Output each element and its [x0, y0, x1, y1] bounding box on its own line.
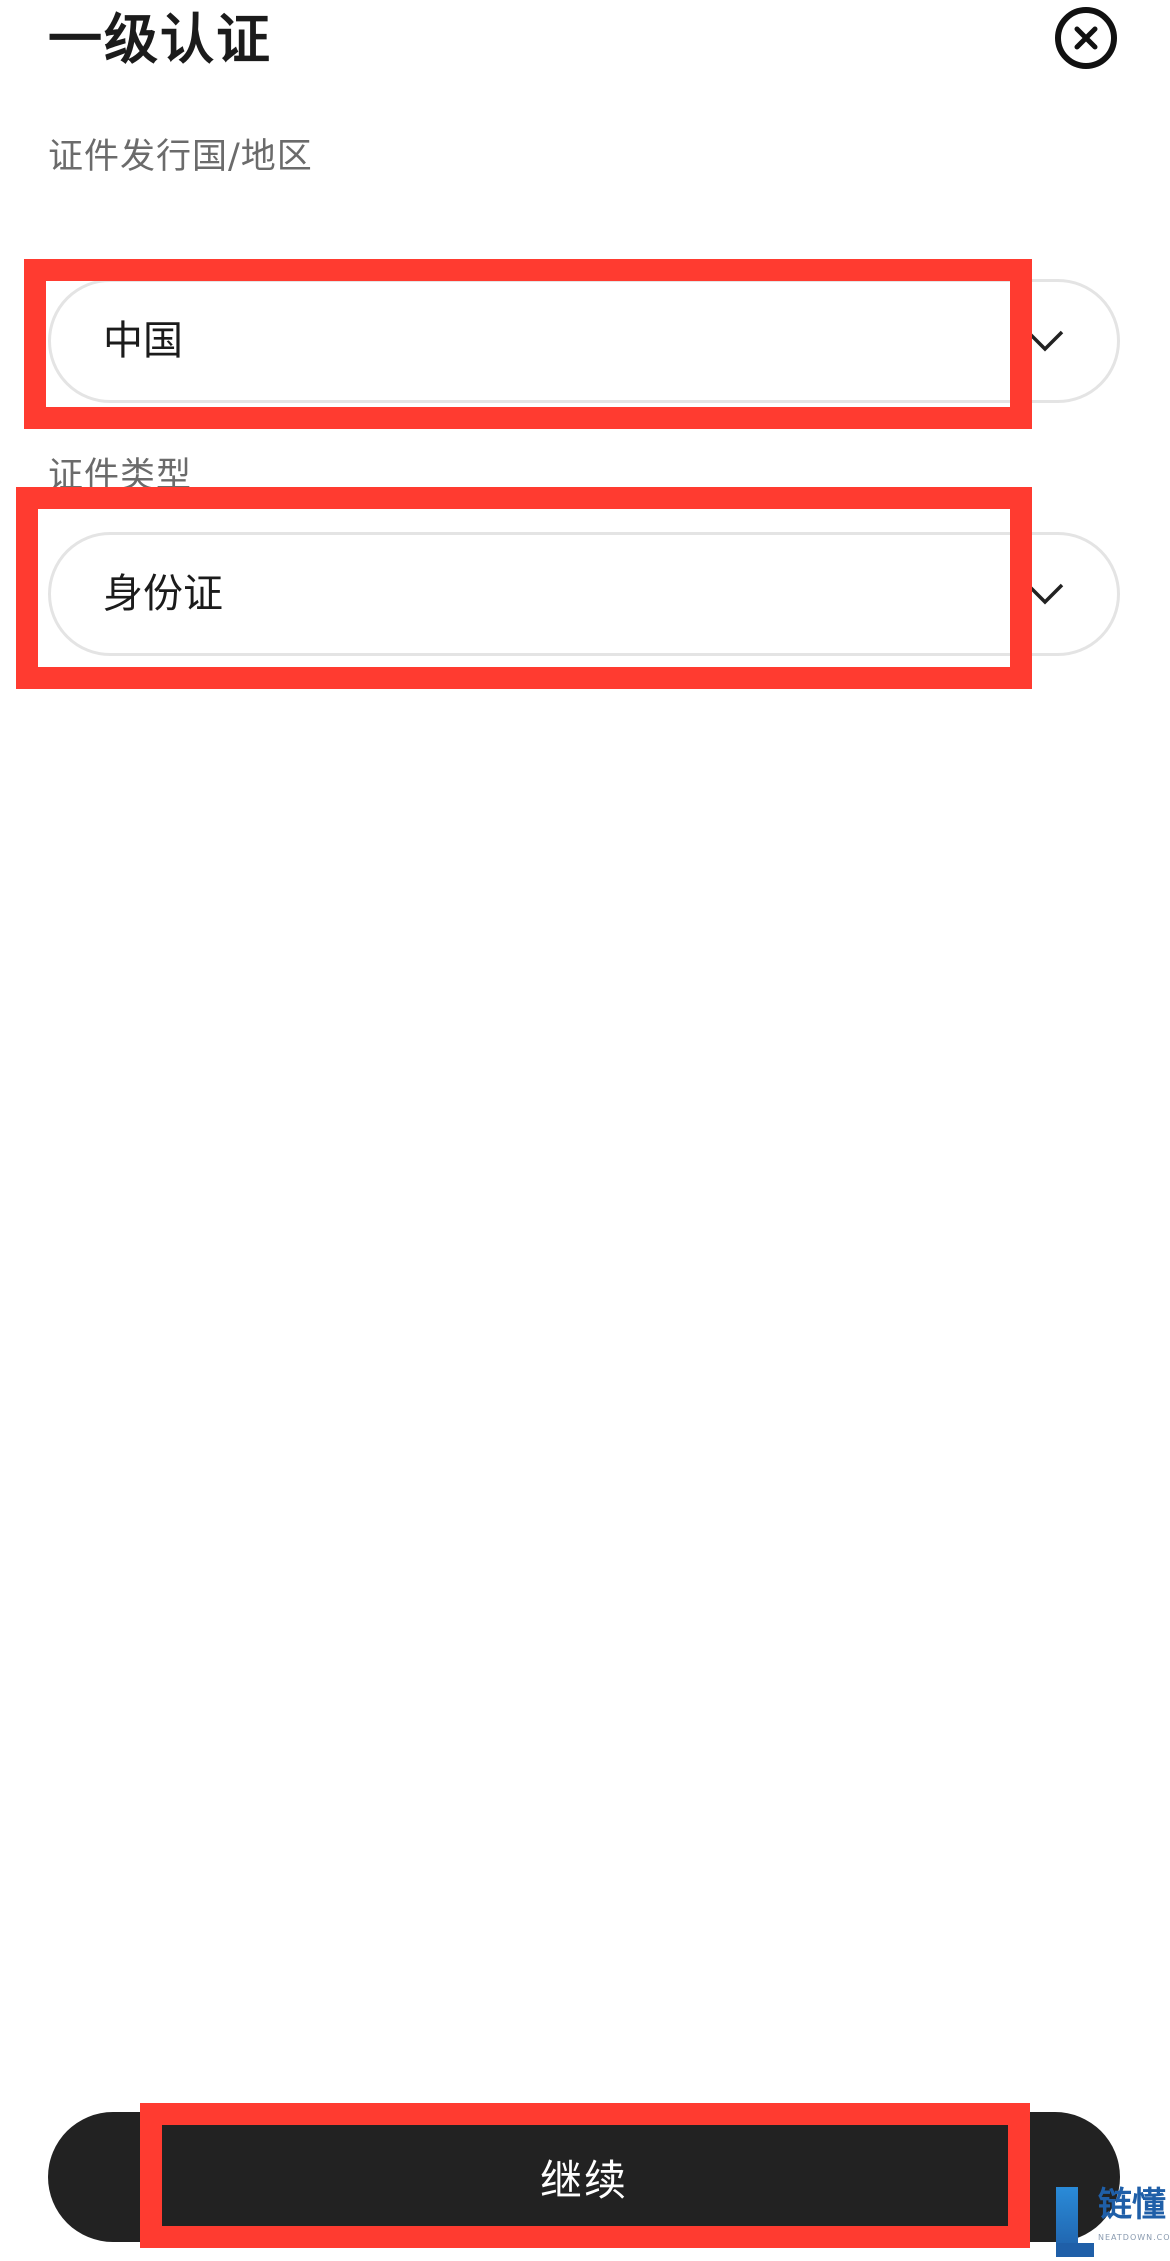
country-field-label: 证件发行国/地区 — [48, 137, 313, 177]
watermark-text: 链懂 — [1098, 2185, 1166, 2225]
chevron-down-icon — [1026, 583, 1064, 605]
continue-button-label: 继续 — [539, 2155, 628, 2205]
page-title: 一级认证 — [48, 8, 272, 71]
close-icon — [1074, 26, 1098, 50]
continue-button[interactable]: 继续 — [48, 2112, 1120, 2242]
country-select-value: 中国 — [103, 318, 183, 364]
country-select[interactable]: 中国 — [48, 279, 1120, 403]
id-type-select-value: 身份证 — [103, 571, 223, 617]
close-button[interactable] — [1055, 7, 1117, 69]
id-type-select[interactable]: 身份证 — [48, 532, 1120, 656]
watermark-logo: 链懂 NEATDOWN.COM — [1050, 2183, 1170, 2261]
id-type-field-label: 证件类型 — [48, 456, 193, 496]
watermark-l-icon — [1056, 2187, 1094, 2257]
watermark-subtext: NEATDOWN.COM — [1098, 2233, 1170, 2242]
chevron-down-icon — [1026, 330, 1064, 352]
